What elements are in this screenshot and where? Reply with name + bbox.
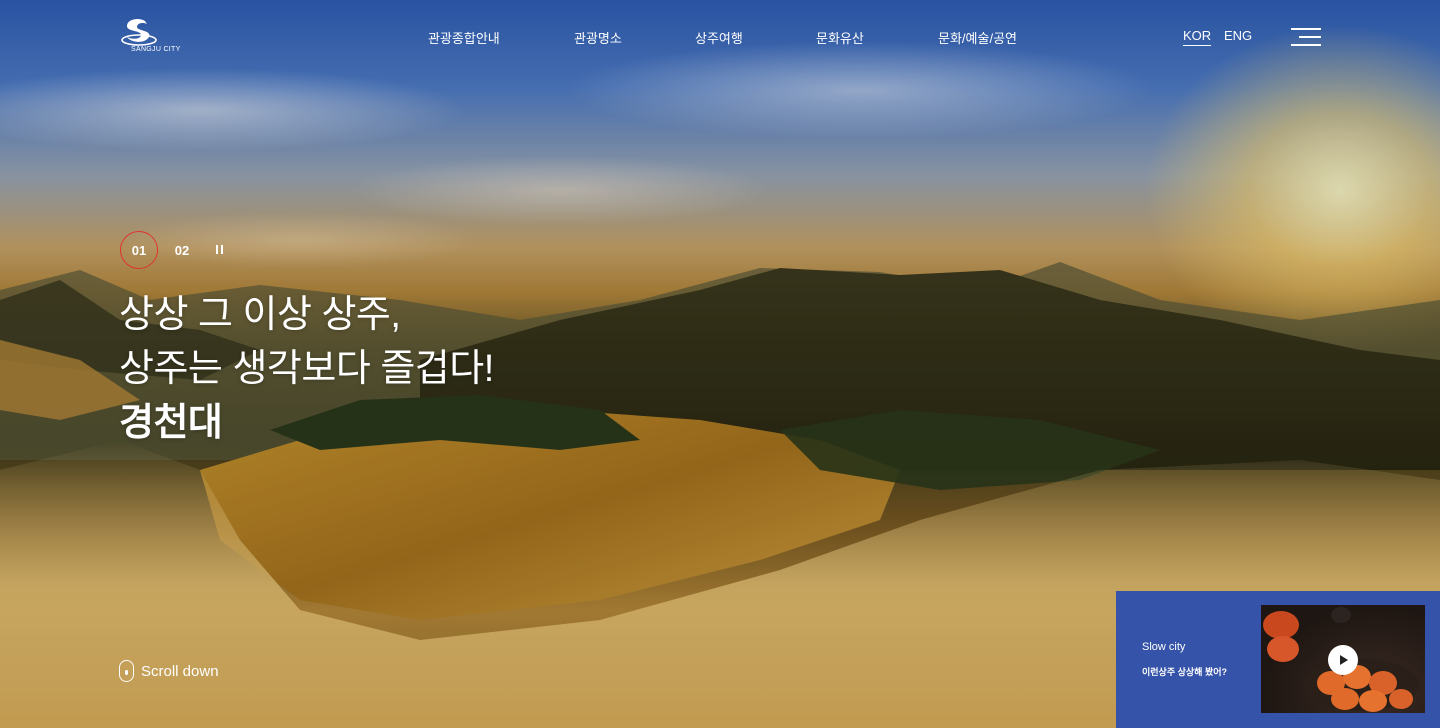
nav-item-attractions[interactable]: 관광명소 <box>574 28 622 47</box>
scroll-down-button[interactable]: Scroll down <box>119 660 219 682</box>
sangju-logo[interactable]: SANGJU CITY <box>119 18 189 56</box>
hero-place-name: 경천대 <box>119 402 223 444</box>
logo-text: SANGJU CITY <box>131 46 181 53</box>
hero-line-1: 상상 그 이상 상주, <box>119 294 401 336</box>
play-icon[interactable] <box>1328 645 1358 675</box>
slide-indicator-02[interactable]: 02 <box>163 231 201 269</box>
hero-headline: 상상 그 이상 상주, 상주는 생각보다 즐겁다! 경천대 <box>119 288 494 450</box>
lang-kor-link[interactable]: KOR <box>1183 28 1212 46</box>
promo-video-thumbnail[interactable] <box>1261 605 1425 713</box>
mouse-icon <box>119 660 134 682</box>
scroll-down-label: Scroll down <box>141 662 219 680</box>
promo-title: 이런상주 상상해 봤어? <box>1142 667 1228 677</box>
nav-item-cultural-heritage[interactable]: 문화유산 <box>816 28 864 47</box>
sangju-logo-mark-icon <box>121 18 157 46</box>
slide-indicator-01[interactable]: 01 <box>120 231 158 269</box>
promo-label: Slow city <box>1142 641 1186 653</box>
lang-eng-link[interactable]: ENG <box>1224 28 1252 43</box>
hero-line-2: 상주는 생각보다 즐겁다! <box>119 348 494 390</box>
slow-city-promo-card[interactable]: Slow city 이런상주 상상해 봤어? <box>1116 591 1440 728</box>
nav-item-culture-arts[interactable]: 문화/예술/공연 <box>938 28 1017 47</box>
hamburger-menu-icon[interactable] <box>1291 28 1321 47</box>
pause-icon[interactable] <box>216 245 224 254</box>
nav-item-sangju-travel[interactable]: 상주여행 <box>695 28 743 47</box>
nav-item-tourism-guide[interactable]: 관광종합안내 <box>428 28 500 47</box>
